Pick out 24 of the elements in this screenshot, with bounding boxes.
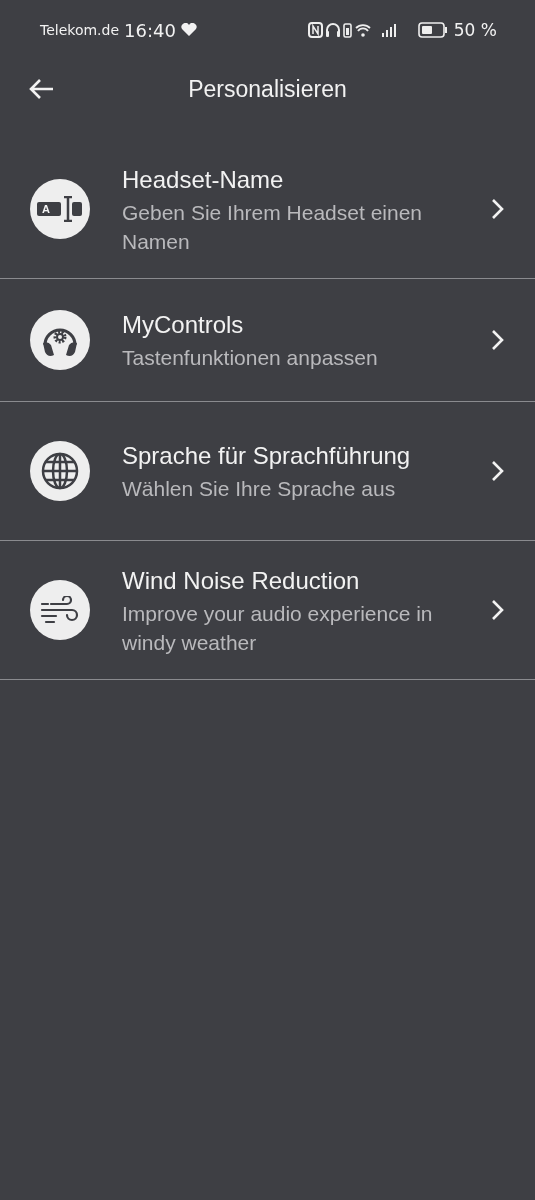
chevron-right-icon [491, 460, 505, 482]
chevron-right-icon [491, 329, 505, 351]
chevron-right-icon [491, 599, 505, 621]
clock-time: 16:40 [124, 19, 176, 41]
battery-icon [417, 22, 448, 38]
settings-row[interactable]: A Headset-Name Geben Sie Ihrem Headset einen Namen [0, 140, 535, 279]
carrier-name: Telekom.de [40, 22, 120, 38]
row-subtitle: Wählen Sie Ihre Sprache aus [122, 476, 397, 502]
row-subtitle: Improve your audio experience in windy weather [122, 600, 434, 656]
settings-row[interactable]: Wind Noise Reduction Improve your audio experience in windy weather [0, 541, 535, 680]
chevron-right-icon [491, 198, 505, 220]
row-subtitle: Geben Sie Ihrem Headset einen Namen [122, 199, 424, 255]
settings-row[interactable]: MyControls Tastenfunktionen anpassen [0, 279, 535, 402]
row-title: Headset-Name [122, 164, 285, 195]
globe-icon [41, 452, 79, 490]
wind-icon [40, 596, 80, 624]
row-subtitle: Tastenfunktionen anpassen [122, 345, 379, 371]
battery-percent: 50 % [453, 20, 497, 40]
page-title: Personalisieren [187, 75, 348, 103]
row-title: Sprache für Sprachführung [122, 441, 412, 471]
row-title: MyControls [122, 310, 245, 340]
settings-row[interactable]: Sprache für Sprachführung Wählen Sie Ihre Sprache aus [0, 402, 535, 541]
heart-icon [180, 23, 197, 37]
row-title: Wind Noise Reduction [122, 565, 361, 596]
